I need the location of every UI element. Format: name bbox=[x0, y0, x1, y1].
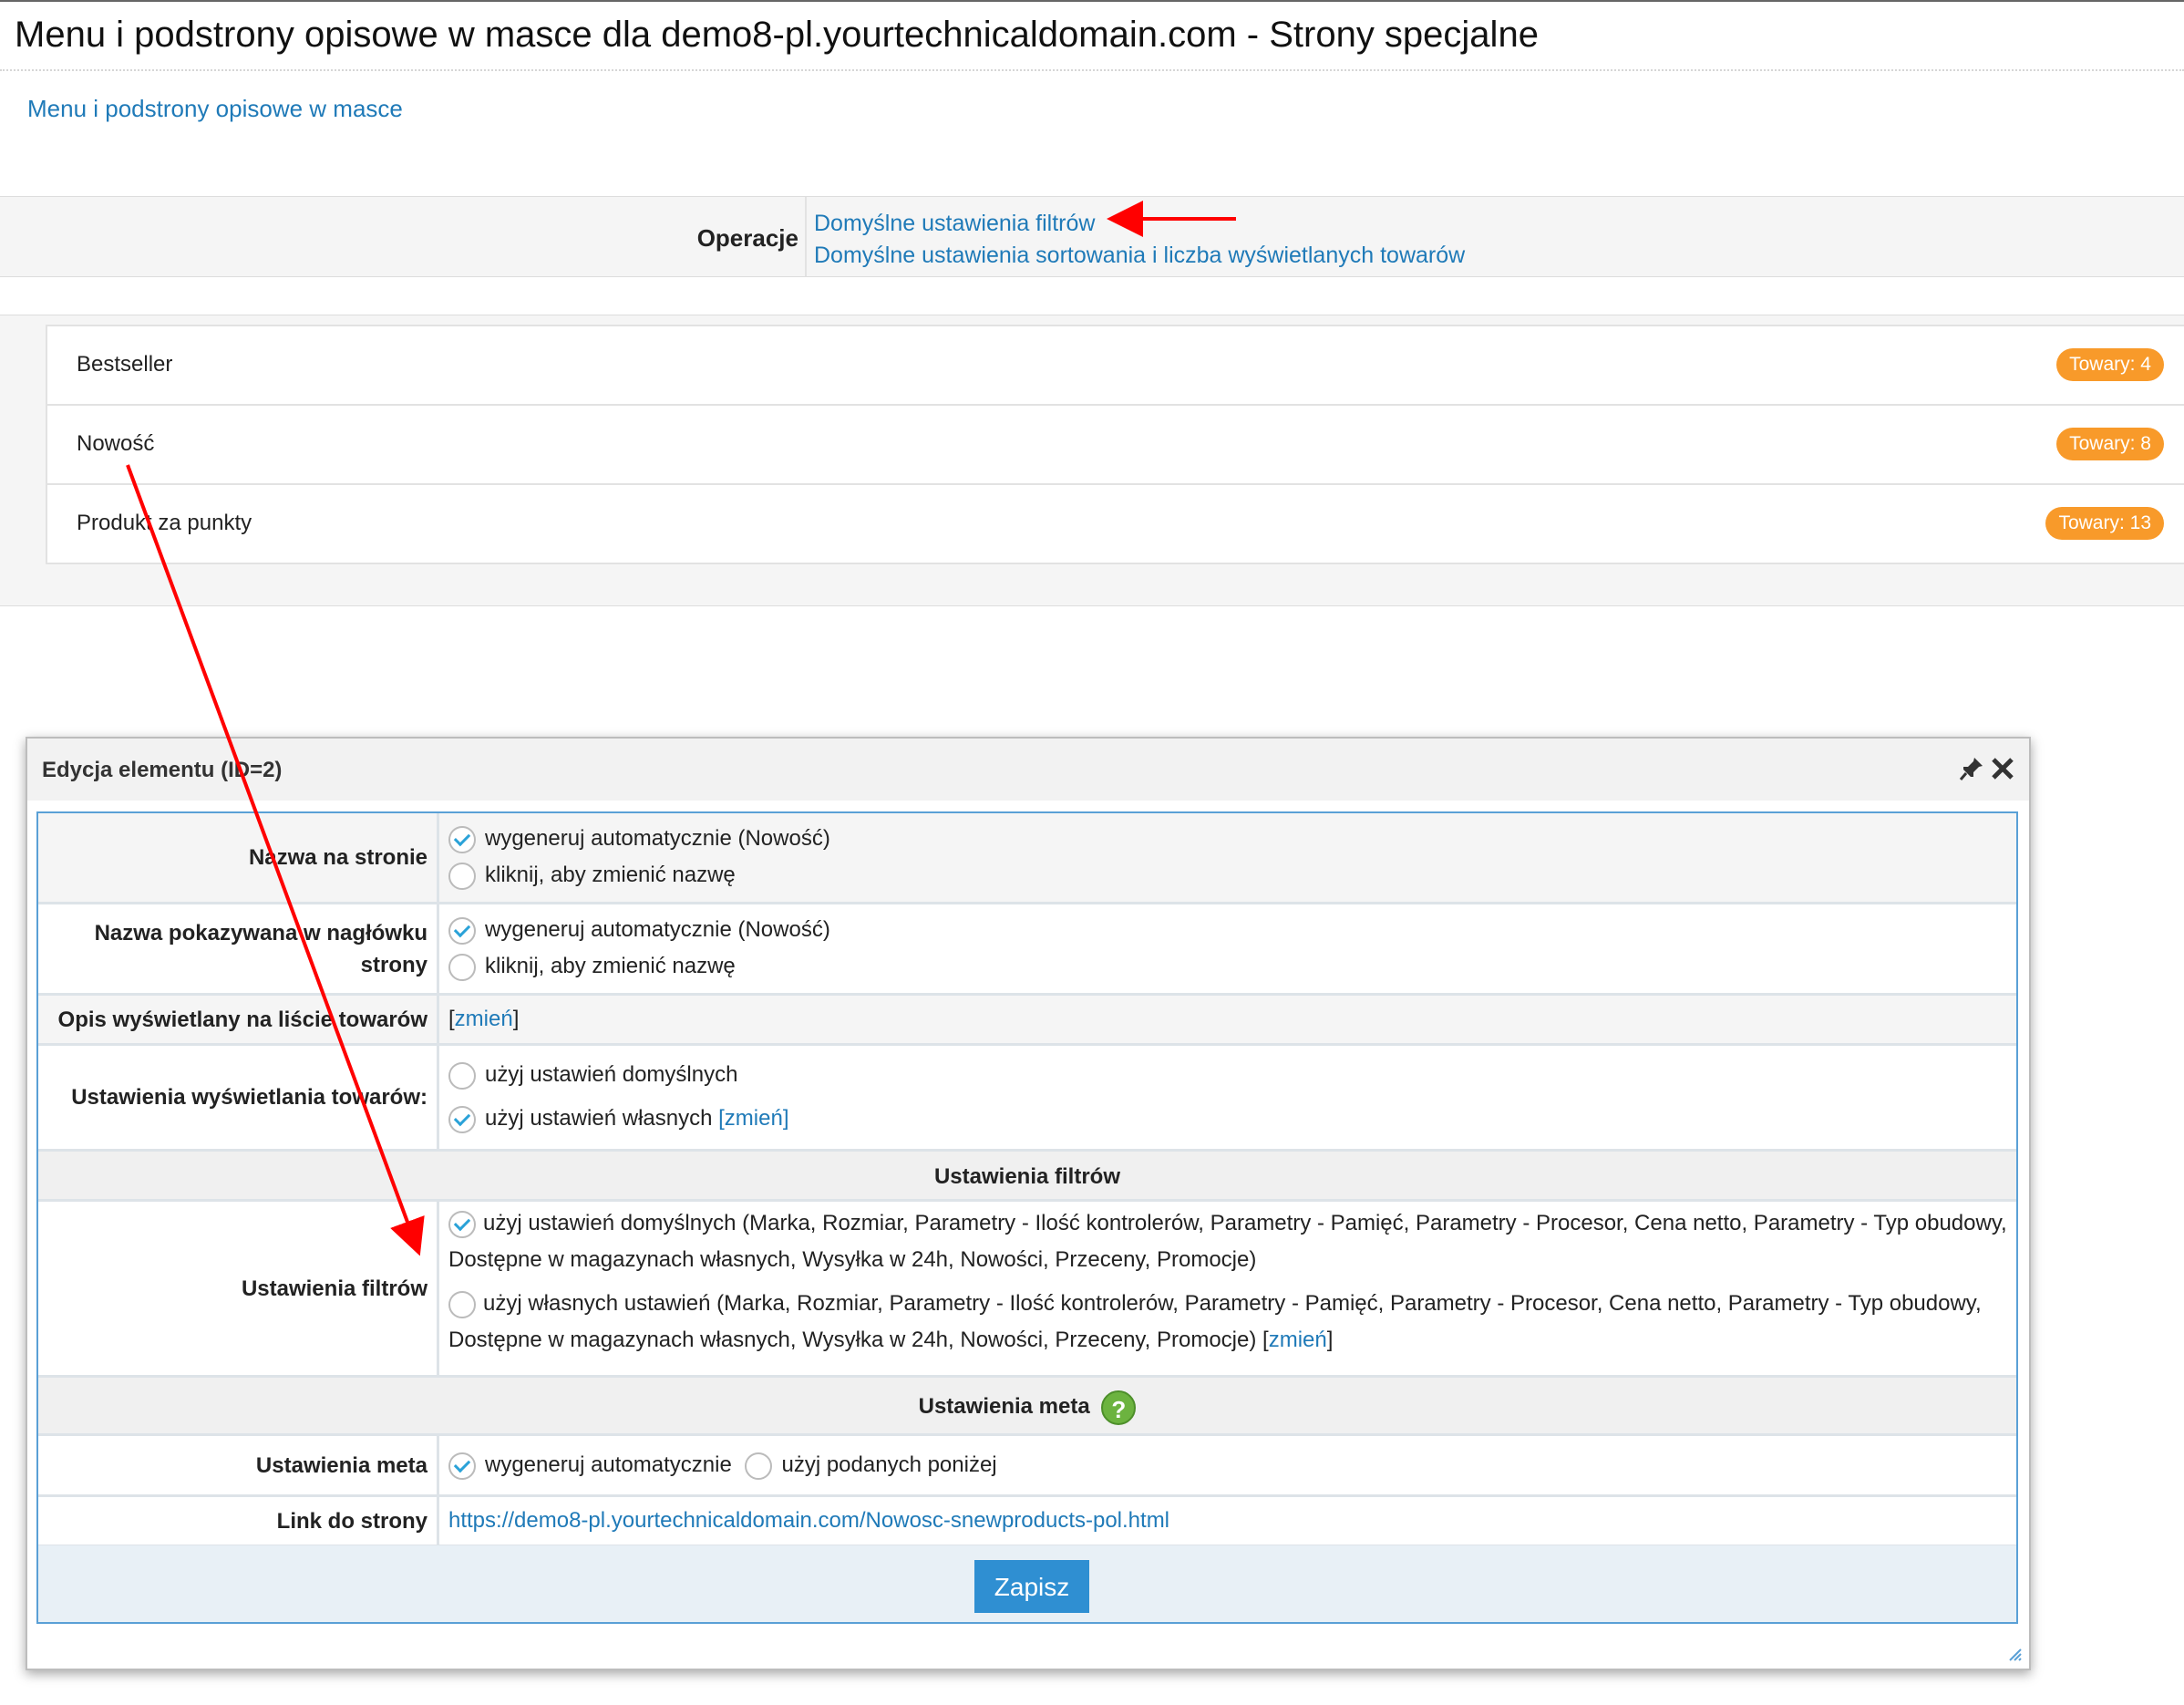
dialog-header[interactable]: Edycja elementu (ID=2) bbox=[27, 739, 2029, 801]
product-count-badge: Towary: 8 bbox=[2056, 428, 2164, 460]
field-label: Link do strony bbox=[38, 1497, 439, 1545]
meta-auto-option[interactable]: wygeneruj automatycznie bbox=[448, 1447, 732, 1483]
radio-checked-icon[interactable] bbox=[448, 916, 476, 945]
list-item-new[interactable]: Nowość Towary: 8 bbox=[47, 406, 2184, 485]
field-label: Nazwa na stronie bbox=[38, 813, 439, 902]
dialog-title: Edycja elementu (ID=2) bbox=[42, 758, 283, 782]
edit-element-dialog: Edycja elementu (ID=2) Nazwa na stronie … bbox=[26, 737, 2031, 1670]
field-label: Nazwa pokazywana w nagłówku strony bbox=[38, 904, 439, 993]
header-name-auto-option[interactable]: wygeneruj automatycznie (Nowość) bbox=[448, 912, 2007, 948]
form-footer: Zapisz bbox=[38, 1545, 2016, 1622]
operations-links: Domyślne ustawienia filtrów Domyślne ust… bbox=[814, 208, 1465, 272]
product-count-badge: Towary: 13 bbox=[2045, 507, 2164, 540]
row-display-settings: Ustawienia wyświetlania towarów: użyj us… bbox=[38, 1046, 2016, 1152]
operations-divider bbox=[805, 197, 807, 276]
special-pages-panel: Bestseller Towary: 4 Nowość Towary: 8 Pr… bbox=[0, 315, 2184, 606]
meta-section-heading: Ustawienia meta ? bbox=[38, 1378, 2016, 1436]
list-item-label: Produkt za punkty bbox=[77, 511, 252, 535]
edit-form: Nazwa na stronie wygeneruj automatycznie… bbox=[36, 811, 2018, 1624]
row-filters: Ustawienia filtrów użyj ustawień domyśln… bbox=[38, 1202, 2016, 1378]
row-header-name: Nazwa pokazywana w nagłówku strony wygen… bbox=[38, 904, 2016, 996]
edit-description-link[interactable]: zmień bbox=[455, 1007, 513, 1031]
row-description: Opis wyświetlany na liście towarów [zmie… bbox=[38, 996, 2016, 1046]
default-sorting-link[interactable]: Domyślne ustawienia sortowania i liczba … bbox=[814, 240, 1465, 272]
radio-empty-icon[interactable] bbox=[448, 953, 476, 981]
filters-section-heading: Ustawienia filtrów bbox=[38, 1152, 2016, 1202]
display-default-option[interactable]: użyj ustawień domyślnych bbox=[448, 1053, 2007, 1097]
list-item-bestseller[interactable]: Bestseller Towary: 4 bbox=[47, 326, 2184, 406]
page-url-link[interactable]: https://demo8-pl.yourtechnicaldomain.com… bbox=[448, 1508, 1169, 1533]
radio-empty-icon[interactable] bbox=[745, 1452, 773, 1480]
name-manual-option[interactable]: kliknij, aby zmienić nazwę bbox=[448, 857, 2007, 894]
default-filters-link[interactable]: Domyślne ustawienia filtrów bbox=[814, 208, 1465, 240]
meta-manual-option[interactable]: użyj podanych poniżej bbox=[745, 1447, 997, 1483]
product-count-badge: Towary: 4 bbox=[2056, 348, 2164, 381]
filters-custom-option[interactable]: użyj własnych ustawień (Marka, Rozmiar, … bbox=[448, 1286, 2007, 1359]
close-icon[interactable] bbox=[1989, 755, 2016, 782]
filters-default-option[interactable]: użyj ustawień domyślnych (Marka, Rozmiar… bbox=[448, 1205, 2007, 1278]
page-title: Menu i podstrony opisowe w masce dla dem… bbox=[0, 0, 2184, 71]
field-label: Ustawienia wyświetlania towarów: bbox=[38, 1046, 439, 1149]
name-auto-option[interactable]: wygeneruj automatycznie (Nowość) bbox=[448, 821, 2007, 857]
list-item-points-product[interactable]: Produkt za punkty Towary: 13 bbox=[47, 485, 2184, 563]
header-name-manual-option[interactable]: kliknij, aby zmienić nazwę bbox=[448, 948, 2007, 985]
radio-empty-icon[interactable] bbox=[448, 1290, 476, 1318]
breadcrumb-link[interactable]: Menu i podstrony opisowe w masce bbox=[27, 95, 403, 123]
edit-display-settings-link[interactable]: [zmień] bbox=[718, 1106, 788, 1131]
save-button[interactable]: Zapisz bbox=[974, 1560, 1089, 1613]
resize-handle-icon[interactable] bbox=[2007, 1647, 2022, 1661]
radio-empty-icon[interactable] bbox=[448, 862, 476, 890]
list-item-label: Bestseller bbox=[77, 352, 173, 377]
field-label: Ustawienia filtrów bbox=[38, 1202, 439, 1375]
radio-checked-icon[interactable] bbox=[448, 1105, 476, 1133]
radio-empty-icon[interactable] bbox=[448, 1061, 476, 1090]
help-icon[interactable]: ? bbox=[1101, 1390, 1137, 1425]
radio-checked-icon[interactable] bbox=[448, 1210, 476, 1238]
edit-custom-filters-link[interactable]: zmień bbox=[1269, 1328, 1327, 1352]
display-custom-option[interactable]: użyj ustawień własnych [zmień] bbox=[448, 1097, 2007, 1141]
field-label: Ustawienia meta bbox=[38, 1436, 439, 1494]
special-pages-list: Bestseller Towary: 4 Nowość Towary: 8 Pr… bbox=[46, 325, 2184, 564]
row-name-on-page: Nazwa na stronie wygeneruj automatycznie… bbox=[38, 813, 2016, 904]
row-page-link: Link do strony https://demo8-pl.yourtech… bbox=[38, 1497, 2016, 1547]
row-meta: Ustawienia meta wygeneruj automatycznie … bbox=[38, 1436, 2016, 1497]
pin-icon[interactable] bbox=[1958, 755, 1985, 782]
field-label: Opis wyświetlany na liście towarów bbox=[38, 996, 439, 1043]
radio-checked-icon[interactable] bbox=[448, 825, 476, 853]
operations-label: Operacje bbox=[696, 224, 798, 252]
operations-bar: Operacje Domyślne ustawienia filtrów Dom… bbox=[0, 196, 2184, 277]
list-item-label: Nowość bbox=[77, 431, 155, 456]
radio-checked-icon[interactable] bbox=[448, 1452, 476, 1480]
